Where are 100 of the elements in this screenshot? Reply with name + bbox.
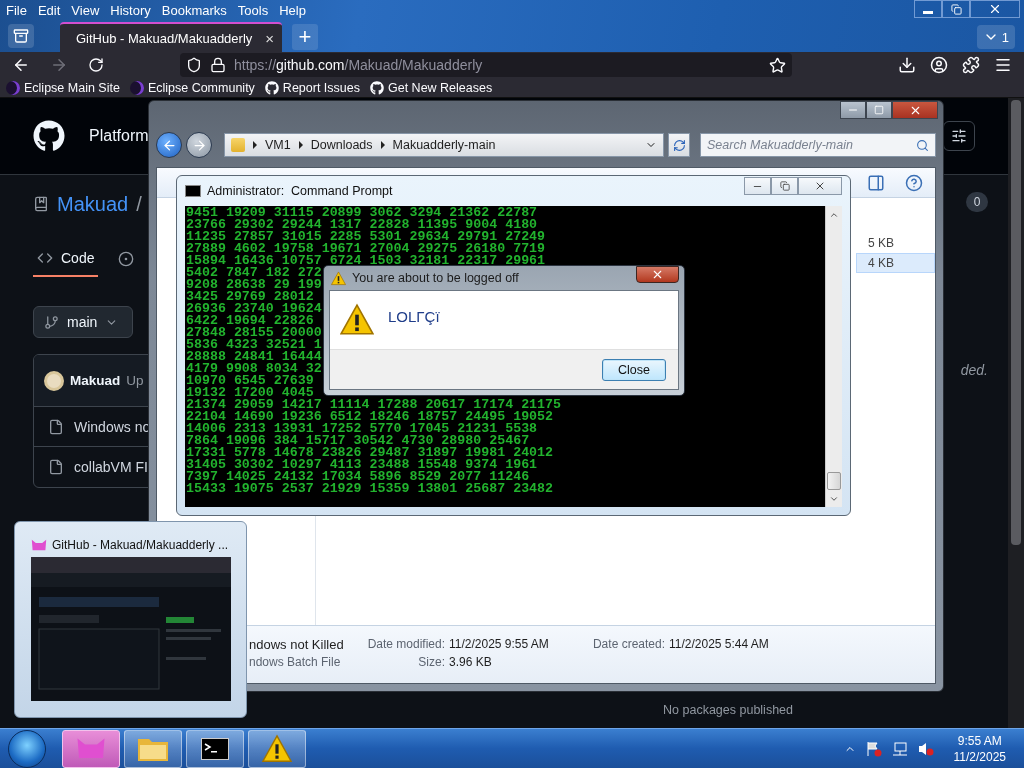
new-tab-button[interactable]: +	[292, 24, 318, 50]
minimize-button[interactable]	[840, 101, 866, 119]
forward-button[interactable]	[186, 132, 212, 158]
preview-pane-icon[interactable]	[867, 173, 885, 192]
refresh-button[interactable]	[668, 133, 690, 157]
forward-icon	[191, 137, 207, 153]
branch-icon	[44, 314, 59, 330]
console-line: 26936 23740 19624	[186, 303, 322, 315]
menu-item[interactable]: Help	[279, 2, 306, 18]
console-line: 15433 19075 2537 21929 15359 13801 25687 23482	[186, 483, 554, 495]
console-line: 17331 5778 14678 23826 29487 31897 19981 24012	[186, 447, 554, 459]
bookmark[interactable]: Report Issues	[264, 80, 360, 95]
extensions-icon[interactable]	[962, 56, 980, 74]
thumbnail-tooltip[interactable]: GitHub - Makuad/Makuadderly ...	[14, 521, 247, 718]
cat-icon	[76, 737, 106, 760]
field-value: 3.96 KB	[449, 654, 493, 671]
scrollbar[interactable]	[825, 206, 842, 507]
menu-item[interactable]: Tools	[237, 2, 269, 18]
file-icon	[48, 459, 64, 475]
archive-icon	[13, 28, 29, 44]
help-icon[interactable]	[905, 173, 923, 192]
tab-list-button[interactable]: 1	[976, 25, 1015, 49]
console-line: 7397 14025 24132 17034 5896 8529 2077 11246	[186, 471, 530, 483]
breadcrumb-arrow-icon	[298, 141, 303, 149]
field-label: Date modified:	[367, 636, 446, 653]
breadcrumb-arrow-icon	[253, 141, 257, 149]
console-line: 31405 30302 10297 4113 23488 15548 9374 1961	[186, 459, 538, 471]
address-bar[interactable]: VM1 Downloads Makuadderly-main	[224, 133, 664, 157]
cat-icon	[31, 539, 47, 551]
restore-button[interactable]	[771, 177, 798, 195]
back-icon[interactable]	[12, 56, 30, 74]
console-line: 9451 19209 31115 20899 3062 3294 21362 22787	[186, 207, 538, 219]
tab-title: GitHub - Makuad/Makuadderly	[76, 30, 253, 46]
account-icon[interactable]	[930, 56, 948, 74]
maximize-icon	[874, 105, 884, 115]
tab-list-button[interactable]	[8, 24, 34, 48]
console-line: 15894 16436 10757 6724 1503 32181 22317 29961	[186, 255, 546, 267]
preview-title: GitHub - Makuad/Makuadderly ...	[52, 538, 229, 552]
file-row[interactable]: 4 KB	[856, 253, 935, 273]
github-logo[interactable]	[33, 120, 65, 152]
console-line: 27889 4602 19758 19671 27004 29275 26180 7719	[186, 243, 546, 255]
bookmark[interactable]: Eclipse Main Site	[6, 80, 120, 95]
minimize-icon	[923, 10, 933, 14]
flag-icon[interactable]	[865, 740, 882, 757]
bookmark[interactable]: Get New Releases	[370, 80, 493, 95]
browser-tab[interactable]: GitHub - Makuad/Makuadderly ×	[60, 22, 282, 52]
start-button[interactable]	[8, 729, 46, 768]
clock[interactable]: 9:55 AM 11/2/2025	[953, 732, 1006, 765]
bookmark[interactable]: Eclipse Community	[129, 80, 255, 95]
search-icon	[916, 138, 929, 152]
download-icon[interactable]	[898, 56, 916, 74]
menu-item[interactable]: Bookmarks	[161, 2, 227, 18]
maximize-button[interactable]	[866, 101, 892, 119]
console-line: 5836 4323 32521 1	[186, 339, 322, 351]
nav-link[interactable]: Platform	[89, 127, 149, 145]
file-name[interactable]: collabVM FI	[74, 459, 148, 475]
repo-tab[interactable]: Code	[33, 241, 99, 277]
scroll-thumb[interactable]	[827, 472, 841, 490]
console-line: 23766 29302 29244 1317 22828 11395 9004 4180	[186, 219, 538, 231]
field-value: 11/2/2025 5:44 AM	[669, 636, 770, 653]
menu-icon[interactable]	[994, 56, 1012, 74]
console-line: 21374 29059 14217 11114 17288 20617 17174 21175	[186, 399, 562, 411]
menu-item[interactable]: View	[71, 2, 100, 18]
bookmark-star-icon[interactable]	[769, 56, 786, 74]
github-icon	[370, 80, 384, 95]
forward-icon[interactable]	[50, 56, 68, 74]
console-line: 3425 29769 28012	[186, 291, 314, 303]
close-button[interactable]	[892, 101, 938, 119]
back-button[interactable]	[156, 132, 182, 158]
menu-item[interactable]: Edit	[37, 2, 61, 18]
field-label: Date created:	[591, 636, 666, 653]
breadcrumb-arrow-icon	[380, 141, 385, 149]
close-button[interactable]: Close	[602, 358, 666, 381]
packages-text: No packages published	[663, 703, 793, 717]
dialog-message: LOLΓÇï	[388, 307, 440, 325]
scrollbar[interactable]	[1008, 98, 1024, 728]
address-field[interactable]: https://github.com/Makuad/Makuadderly	[180, 53, 792, 77]
menu-item[interactable]: File	[6, 2, 27, 18]
network-icon[interactable]	[891, 740, 908, 757]
console-icon	[185, 185, 201, 197]
console-line: 19132 17200 4045	[186, 387, 314, 399]
back-icon	[161, 137, 177, 153]
close-button[interactable]	[636, 266, 679, 283]
menu-item[interactable]: History	[110, 2, 151, 18]
close-icon	[814, 180, 826, 192]
lock-icon	[210, 57, 226, 73]
file-row[interactable]: 5 KB	[856, 233, 935, 253]
muted-speaker-icon[interactable]	[917, 740, 934, 757]
close-icon	[988, 2, 1002, 16]
field-label: Size:	[417, 654, 446, 671]
issues-icon[interactable]	[118, 251, 135, 267]
console-line: 7864 19096 384 15717 30542 4730 28980 25467	[186, 435, 530, 447]
branch-button[interactable]: main	[33, 306, 133, 338]
reload-icon[interactable]	[88, 57, 104, 73]
search-field[interactable]: Search Makuadderly-main	[700, 133, 936, 157]
commit-author[interactable]: Makuad	[70, 373, 121, 388]
file-icon	[48, 418, 64, 435]
tab-close-button[interactable]: ×	[265, 29, 274, 47]
console-line: 9208 28638 29 199	[186, 279, 322, 291]
owner-link[interactable]: Makuad	[57, 192, 129, 216]
